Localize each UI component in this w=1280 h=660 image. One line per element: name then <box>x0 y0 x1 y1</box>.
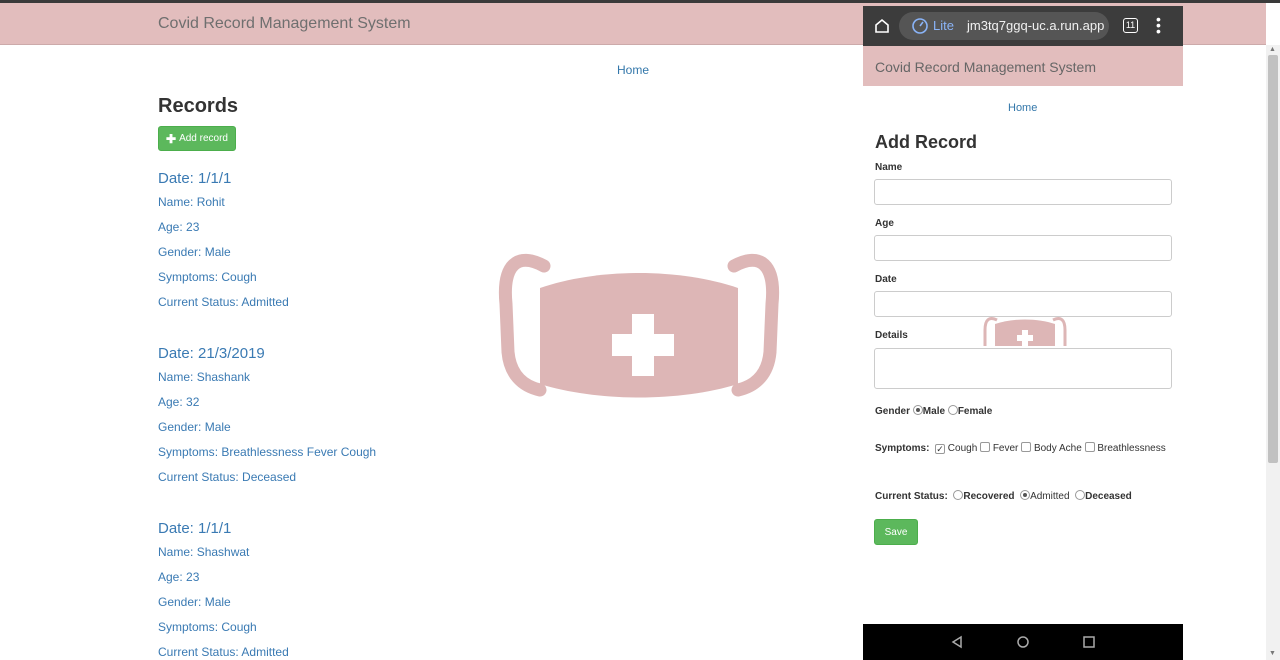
mobile-navbar: Covid Record Management System <box>863 46 1183 86</box>
lite-mode-label: Lite <box>933 18 954 33</box>
mobile-home-link[interactable]: Home <box>1008 102 1037 114</box>
home-icon[interactable] <box>873 17 891 35</box>
tab-switcher-icon[interactable]: 11 <box>1123 18 1138 33</box>
record-name: NameRohit <box>158 195 289 220</box>
age-label: Age <box>875 218 894 229</box>
record-status: Current StatusDeceased <box>158 470 376 495</box>
record-status: Current StatusAdmitted <box>158 295 289 320</box>
symptom-body-ache-checkbox[interactable] <box>1021 442 1032 452</box>
mobile-navbar-brand[interactable]: Covid Record Management System <box>875 59 1096 75</box>
url-text[interactable]: jm3tq7ggq-uc.a.run.app <box>967 18 1104 33</box>
record-name: NameShashwat <box>158 545 289 570</box>
details-textarea[interactable] <box>874 348 1172 389</box>
status-row: Current Status: Recovered Admitted Decea… <box>875 490 1132 502</box>
gender-female-radio[interactable] <box>947 405 958 415</box>
record-symptoms: SymptomsBreathlessness Fever Cough <box>158 445 376 470</box>
record-gender: GenderMale <box>158 245 289 270</box>
navbar-brand[interactable]: Covid Record Management System <box>158 15 411 33</box>
medical-mask-logo-small <box>983 316 1067 346</box>
gender-label: Gender <box>875 406 911 417</box>
record-date: Date: 1/1/1 <box>158 520 232 537</box>
record-name: NameShashank <box>158 370 376 395</box>
page-title: Records <box>158 95 239 117</box>
record-card: Date: 1/1/1 NameRohit Age23 GenderMale S… <box>158 170 289 320</box>
scroll-up-arrow-icon[interactable]: ▲ <box>1269 46 1276 53</box>
status-deceased-label: Deceased <box>1085 491 1132 502</box>
status-admitted-label: Admitted <box>1030 491 1070 502</box>
home-link[interactable]: Home <box>617 63 649 77</box>
gender-male-label: Male <box>922 406 946 417</box>
save-button[interactable]: Save <box>874 519 918 545</box>
status-deceased-radio[interactable] <box>1075 490 1086 500</box>
scroll-down-arrow-icon[interactable]: ▼ <box>1269 650 1276 657</box>
record-card: Date: 21/3/2019 NameShashank Age32 Gende… <box>158 345 376 495</box>
screen: Covid Record Management System Home Reco… <box>0 0 1280 660</box>
symptom-fever-checkbox[interactable] <box>980 442 991 452</box>
symptom-body-ache-label: Body Ache <box>1033 443 1082 454</box>
status-label: Current Status: <box>875 491 948 502</box>
record-symptoms: SymptomsCough <box>158 270 289 295</box>
add-record-button[interactable]: ✚ Add record <box>158 126 236 151</box>
record-date: Date: 21/3/2019 <box>158 345 265 362</box>
record-date: Date: 1/1/1 <box>158 170 232 187</box>
date-label: Date <box>875 274 897 285</box>
status-recovered-label: Recovered <box>963 491 1015 502</box>
symptoms-label: Symptoms: <box>875 443 930 454</box>
record-age: Age23 <box>158 220 289 245</box>
symptoms-row: Symptoms: ✓ Cough Fever Body Ache Breath… <box>875 439 1175 458</box>
record-gender: GenderMale <box>158 595 289 620</box>
form-title: Add Record <box>875 132 978 152</box>
name-input[interactable] <box>874 179 1172 205</box>
symptom-cough-label: Cough <box>947 443 978 454</box>
record-age: Age32 <box>158 395 376 420</box>
scrollbar-thumb[interactable] <box>1268 55 1278 463</box>
record-status: Current StatusAdmitted <box>158 645 289 660</box>
recents-square-icon[interactable] <box>1082 635 1096 649</box>
details-label: Details <box>875 330 908 341</box>
add-record-label: Add record <box>179 133 228 144</box>
symptom-cough-checkbox[interactable]: ✓ <box>935 444 946 454</box>
android-navigation-bar <box>863 624 1183 660</box>
name-label: Name <box>875 162 903 173</box>
record-card: Date: 1/1/1 NameShashwat Age23 GenderMal… <box>158 520 289 660</box>
back-icon[interactable] <box>950 635 964 649</box>
overflow-menu-icon[interactable]: • • • <box>1156 12 1161 38</box>
mobile-browser-toolbar: Lite jm3tq7ggq-uc.a.run.app 11 • • • <box>863 6 1183 46</box>
lite-mode-icon <box>912 18 928 34</box>
record-symptoms: SymptomsCough <box>158 620 289 645</box>
symptom-fever-label: Fever <box>992 443 1019 454</box>
gender-row: Gender Male Female <box>875 405 992 417</box>
status-admitted-radio[interactable] <box>1020 490 1031 500</box>
record-gender: GenderMale <box>158 420 376 445</box>
status-recovered-radio[interactable] <box>953 490 964 500</box>
gender-female-label: Female <box>957 406 993 417</box>
home-circle-icon[interactable] <box>1016 635 1030 649</box>
medical-mask-logo <box>498 253 780 398</box>
plus-icon: ✚ <box>166 131 177 146</box>
symptom-breathlessness-checkbox[interactable] <box>1084 442 1095 452</box>
record-age: Age23 <box>158 570 289 595</box>
symptom-breathlessness-label: Breathlessness <box>1097 443 1166 454</box>
phone-screenshot: Lite jm3tq7ggq-uc.a.run.app 11 • • • Covid… <box>863 6 1183 660</box>
gender-male-radio[interactable] <box>912 405 923 415</box>
date-input[interactable] <box>874 291 1172 317</box>
age-input[interactable] <box>874 235 1172 261</box>
